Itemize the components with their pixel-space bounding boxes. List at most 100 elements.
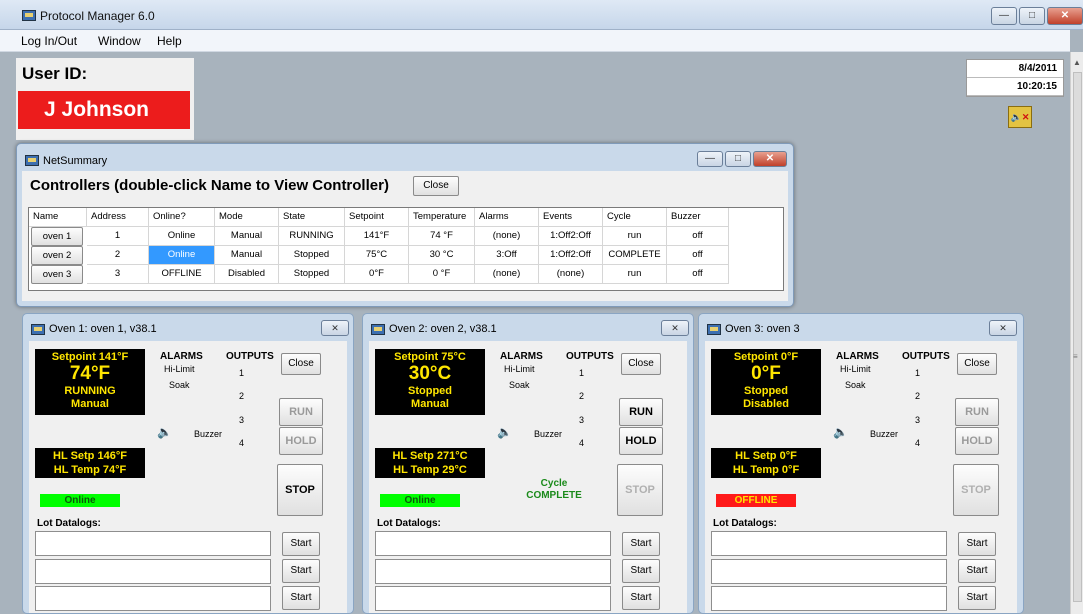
start-datalog-button[interactable]: Start xyxy=(282,586,320,610)
datalog-field[interactable] xyxy=(375,531,611,556)
setpoint-value: Setpoint 75°C xyxy=(394,351,466,363)
table-row[interactable]: oven 2 2 Online Manual Stopped 75°C 30 °… xyxy=(29,246,769,265)
oven-title: Oven 1: oven 1, v38.1 xyxy=(49,323,157,335)
datalog-field[interactable] xyxy=(711,559,947,584)
net-minimize-button[interactable]: — xyxy=(697,151,723,167)
start-datalog-button[interactable]: Start xyxy=(622,532,660,556)
datalog-field[interactable] xyxy=(375,586,611,611)
start-datalog-button[interactable]: Start xyxy=(282,559,320,583)
start-datalog-button[interactable]: Start xyxy=(958,586,996,610)
table-cell: off xyxy=(667,265,729,284)
output-2: 2 xyxy=(239,391,245,401)
alarm-soak: Soak xyxy=(845,380,866,390)
oven-close-button[interactable]: Close xyxy=(957,353,997,375)
oven-title: Oven 3: oven 3 xyxy=(725,323,800,335)
speaker-muted-icon[interactable]: 🔈✕ xyxy=(1008,106,1032,128)
table-cell: (none) xyxy=(475,227,539,246)
output-4: 4 xyxy=(239,438,245,448)
output-2: 2 xyxy=(915,391,921,401)
oven-1-window: Oven 1: oven 1, v38.1 ✕ Setpoint 141°F 7… xyxy=(22,313,354,614)
table-cell: 141°F xyxy=(345,227,409,246)
stop-button[interactable]: STOP xyxy=(277,464,323,516)
start-datalog-button[interactable]: Start xyxy=(958,532,996,556)
output-2: 2 xyxy=(579,391,585,401)
oven-close-window-button[interactable]: ✕ xyxy=(661,320,689,336)
oven-name-button[interactable]: oven 3 xyxy=(31,265,83,284)
stop-button[interactable]: STOP xyxy=(617,464,663,516)
run-button[interactable]: RUN xyxy=(279,398,323,426)
oven-content: Setpoint 141°F 74°F RUNNING Manual ALARM… xyxy=(29,341,347,613)
table-row[interactable]: oven 3 3 OFFLINE Disabled Stopped 0°F 0 … xyxy=(29,265,769,284)
setpoint-display: Setpoint 141°F 74°F RUNNING Manual xyxy=(35,349,145,415)
speaker-icon[interactable]: 🔈 xyxy=(157,425,172,439)
buzzer-label: Buzzer xyxy=(870,429,899,439)
oven-name-button[interactable]: oven 2 xyxy=(31,246,83,265)
table-row[interactable]: oven 1 1 Online Manual RUNNING 141°F 74 … xyxy=(29,227,769,246)
start-datalog-button[interactable]: Start xyxy=(958,559,996,583)
speaker-icon[interactable]: 🔈 xyxy=(497,425,512,439)
net-close-button[interactable]: Close xyxy=(413,176,459,196)
oven-content: Setpoint 0°F 0°F Stopped Disabled ALARMS… xyxy=(705,341,1017,613)
alarm-soak: Soak xyxy=(169,380,190,390)
net-summary-content: Controllers (double-click Name to View C… xyxy=(22,171,788,301)
datalog-field[interactable] xyxy=(35,586,271,611)
user-id-label: User ID: xyxy=(22,64,88,83)
state-value: Stopped xyxy=(408,385,452,397)
oven-close-window-button[interactable]: ✕ xyxy=(989,320,1017,336)
oven-close-window-button[interactable]: ✕ xyxy=(321,320,349,336)
datalog-field[interactable] xyxy=(711,586,947,611)
hl-temperature: HL Temp 74°F xyxy=(53,464,127,476)
menu-login-logout[interactable]: Log In/Out xyxy=(21,34,77,48)
oven-name-button[interactable]: oven 1 xyxy=(31,227,83,246)
start-datalog-button[interactable]: Start xyxy=(622,559,660,583)
high-limit-display: HL Setp 271°C HL Temp 29°C xyxy=(375,448,485,478)
speaker-icon[interactable]: 🔈 xyxy=(833,425,848,439)
net-maximize-button[interactable]: □ xyxy=(725,151,751,167)
run-button[interactable]: RUN xyxy=(955,398,999,426)
time-display: 10:20:15 xyxy=(967,78,1063,96)
menu-help[interactable]: Help xyxy=(157,34,182,48)
net-close-window-button[interactable]: ✕ xyxy=(753,151,787,167)
minimize-button[interactable]: — xyxy=(991,7,1017,25)
setpoint-display: Setpoint 0°F 0°F Stopped Disabled xyxy=(711,349,821,415)
datalog-field[interactable] xyxy=(711,531,947,556)
lot-datalogs-label: Lot Datalogs: xyxy=(37,518,101,529)
vertical-scrollbar[interactable]: ▲ ≡ xyxy=(1070,52,1083,614)
table-cell: 75°C xyxy=(345,246,409,265)
menu-window[interactable]: Window xyxy=(98,34,141,48)
buzzer-label: Buzzer xyxy=(534,429,563,439)
maximize-button[interactable]: □ xyxy=(1019,7,1045,25)
hl-setpoint: HL Setp 0°F xyxy=(735,450,797,462)
column-header: Temperature xyxy=(409,208,475,227)
hl-setpoint: HL Setp 146°F xyxy=(53,450,127,462)
hold-button[interactable]: HOLD xyxy=(955,427,999,455)
app-icon xyxy=(371,324,385,335)
output-1: 1 xyxy=(915,368,921,378)
start-datalog-button[interactable]: Start xyxy=(622,586,660,610)
datalog-field[interactable] xyxy=(35,559,271,584)
table-cell: COMPLETE xyxy=(603,246,667,265)
oven-close-button[interactable]: Close xyxy=(281,353,321,375)
hold-button[interactable]: HOLD xyxy=(279,427,323,455)
datalog-field[interactable] xyxy=(35,531,271,556)
output-1: 1 xyxy=(239,368,245,378)
scroll-thumb[interactable] xyxy=(1073,72,1082,602)
run-button[interactable]: RUN xyxy=(619,398,663,426)
app-icon xyxy=(31,324,45,335)
hold-button[interactable]: HOLD xyxy=(619,427,663,455)
close-window-button[interactable]: ✕ xyxy=(1047,7,1083,25)
alarm-hi-limit: Hi-Limit xyxy=(504,364,535,374)
table-cell-selected[interactable]: Online xyxy=(149,246,215,265)
start-datalog-button[interactable]: Start xyxy=(282,532,320,556)
oven-close-button[interactable]: Close xyxy=(621,353,661,375)
mode-value: Disabled xyxy=(743,398,789,410)
scroll-up-arrow-icon[interactable]: ▲ xyxy=(1073,58,1081,67)
controllers-table: Name Address Online? Mode State Setpoint… xyxy=(28,207,784,291)
stop-button[interactable]: STOP xyxy=(953,464,999,516)
app-title-bar: Protocol Manager 6.0 — □ ✕ xyxy=(0,0,1083,30)
lot-datalogs-label: Lot Datalogs: xyxy=(713,518,777,529)
column-header: Online? xyxy=(149,208,215,227)
datalog-field[interactable] xyxy=(375,559,611,584)
app-title: Protocol Manager 6.0 xyxy=(40,9,155,23)
column-header: Name xyxy=(29,208,87,227)
